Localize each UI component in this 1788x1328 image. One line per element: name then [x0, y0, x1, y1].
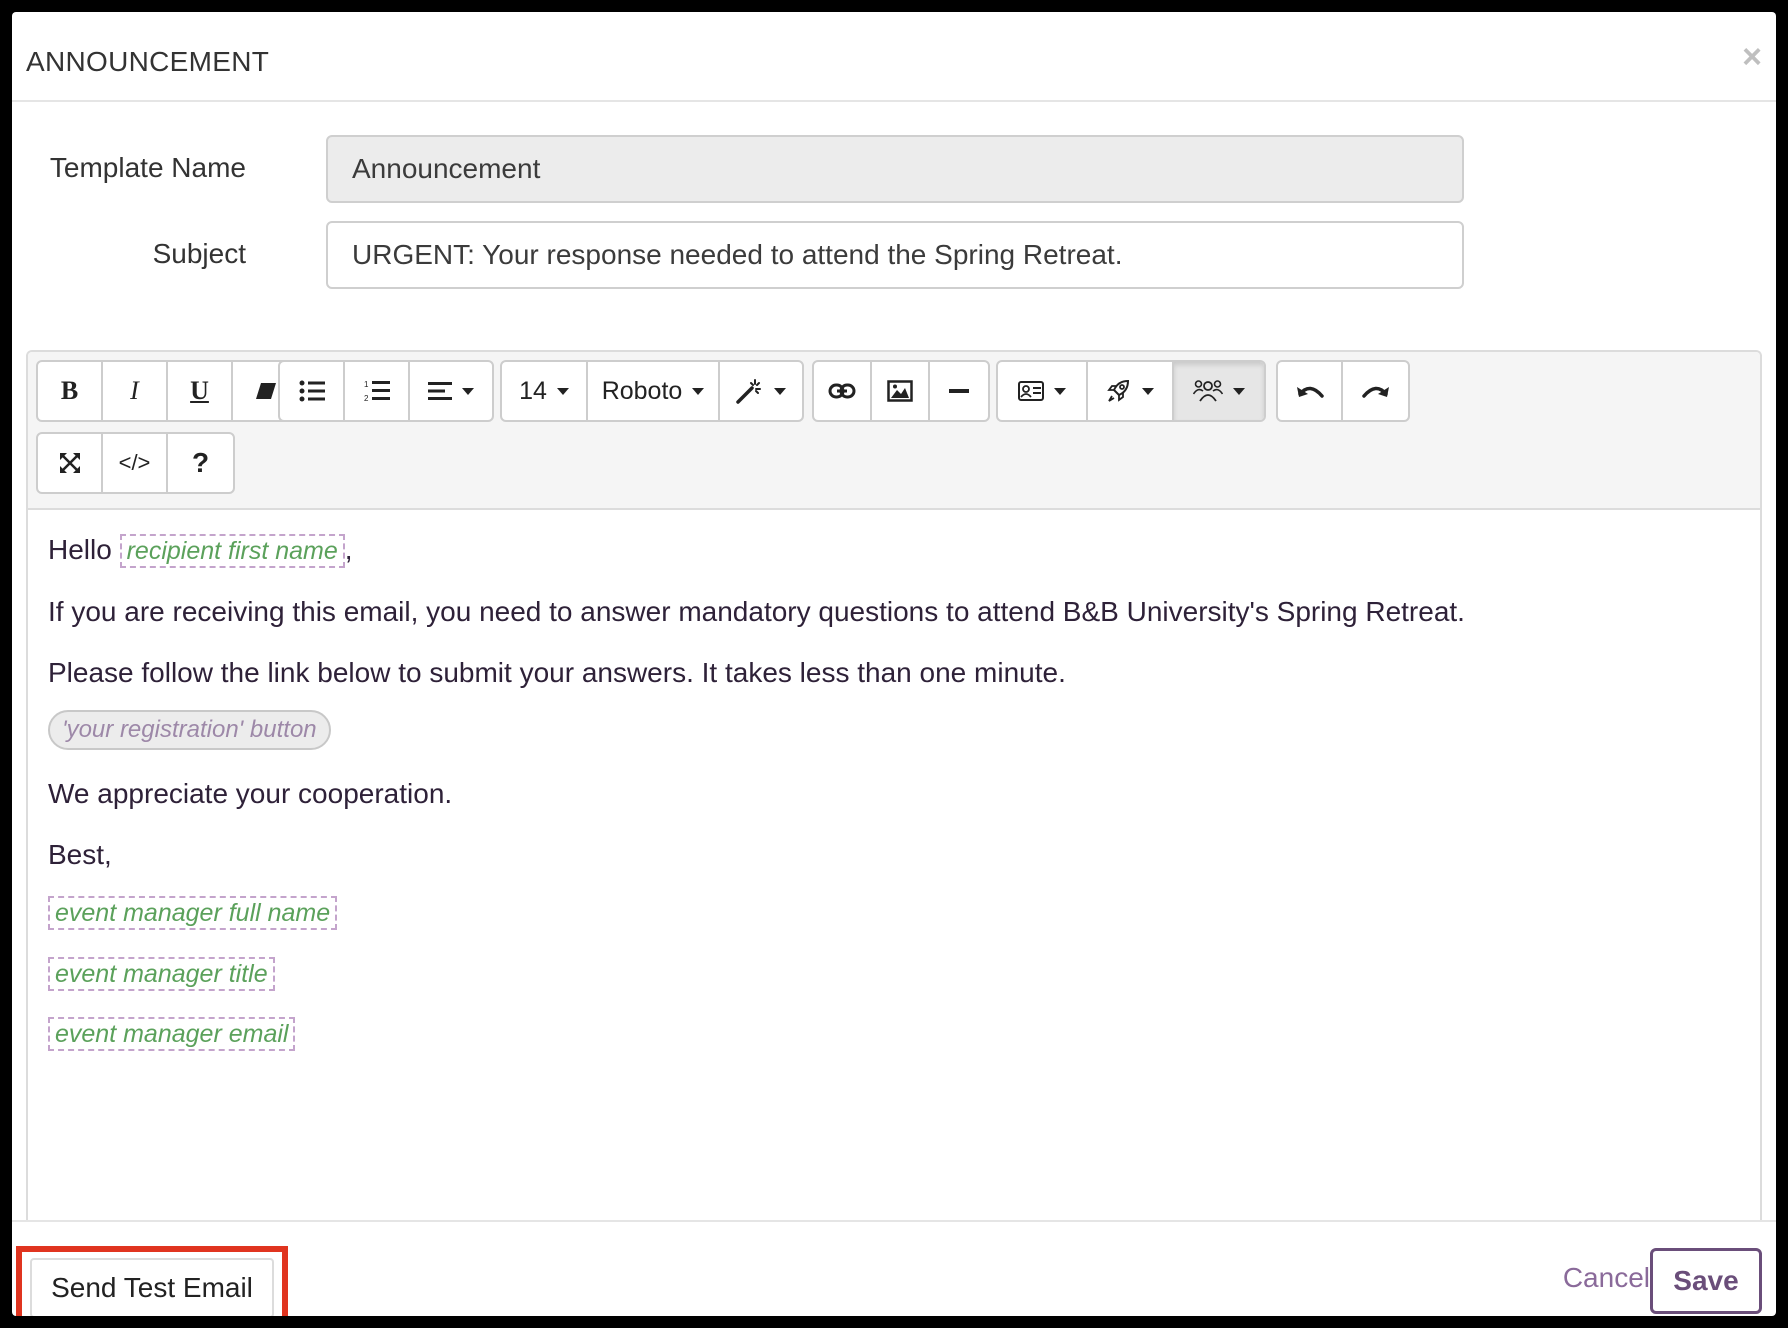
id-card-icon [1018, 381, 1044, 401]
history-button-group [1276, 360, 1410, 422]
magic-wand-icon [736, 379, 761, 404]
rich-text-editor: B I U 12 14 Roboto </> ? Hello recipient… [26, 350, 1762, 1220]
editor-content[interactable]: Hello recipient first name, If you are r… [28, 510, 1760, 1220]
align-icon [428, 382, 452, 400]
template-name-label: Template Name [49, 152, 246, 183]
subject-label: Subject [152, 238, 246, 269]
signoff: Best, [48, 839, 112, 870]
ordered-list-button[interactable]: 12 [345, 362, 410, 420]
align-dropdown[interactable] [410, 362, 492, 420]
font-size-value: 14 [519, 376, 547, 405]
event-manager-email-chip[interactable]: event manager email [48, 1017, 296, 1051]
greeting-line: Hello recipient first name, [48, 534, 353, 568]
announcement-modal: ANNOUNCEMENT × Template Name Subject B I… [12, 12, 1776, 1316]
paragraph-1: If you are receiving this email, you nee… [48, 596, 1465, 627]
registration-button-chip[interactable]: 'your registration' button [48, 710, 331, 750]
chevron-down-icon [1142, 387, 1154, 395]
manager-title-line: event manager title [48, 957, 275, 991]
cancel-button[interactable]: Cancel [1563, 1262, 1650, 1294]
image-button[interactable] [872, 362, 930, 420]
paragraph-2: Please follow the link below to submit y… [48, 657, 1066, 688]
link-button[interactable] [814, 362, 872, 420]
svg-text:2: 2 [364, 394, 369, 403]
fullscreen-icon [59, 453, 80, 473]
underline-icon: U [190, 376, 209, 405]
bold-button[interactable]: B [38, 362, 103, 420]
event-manager-title-chip[interactable]: event manager title [48, 957, 275, 991]
link-icon [828, 383, 856, 399]
font-button-group: 14 Roboto [500, 360, 804, 422]
font-family-value: Roboto [601, 376, 683, 405]
style-button-group: B I U [36, 360, 300, 422]
chevron-down-icon [462, 387, 474, 395]
magic-wand-dropdown[interactable] [720, 362, 802, 420]
unordered-list-icon [299, 380, 325, 402]
redo-button[interactable] [1343, 362, 1408, 420]
chevron-down-icon [1233, 387, 1245, 395]
code-view-icon: </> [118, 450, 151, 475]
italic-button[interactable]: I [103, 362, 168, 420]
template-name-input[interactable] [326, 135, 1464, 203]
horizontal-rule-button[interactable] [930, 362, 988, 420]
send-test-email-button[interactable]: Send Test Email [30, 1258, 274, 1316]
insert-button-group [812, 360, 990, 422]
send-test-highlight: Send Test Email [16, 1246, 288, 1316]
help-button[interactable]: ? [168, 434, 233, 492]
modal-title: ANNOUNCEMENT [26, 46, 270, 77]
chevron-down-icon [774, 387, 786, 395]
people-fields-dropdown[interactable] [1174, 362, 1264, 420]
undo-icon [1296, 386, 1324, 398]
contact-fields-dropdown[interactable] [998, 362, 1088, 420]
subject-input[interactable] [326, 221, 1464, 289]
font-family-dropdown[interactable]: Roboto [588, 362, 720, 420]
paragraph-3: We appreciate your cooperation. [48, 778, 453, 809]
undo-button[interactable] [1278, 362, 1343, 420]
font-size-dropdown[interactable]: 14 [502, 362, 588, 420]
italic-icon: I [130, 376, 139, 405]
chevron-down-icon [556, 387, 569, 395]
greeting-text: Hello [48, 534, 112, 565]
horizontal-rule-icon [949, 389, 969, 393]
chevron-down-icon [692, 387, 705, 395]
merge-field-button-group [996, 360, 1266, 422]
fullscreen-button[interactable] [38, 434, 103, 492]
svg-text:1: 1 [364, 380, 369, 389]
ordered-list-icon: 12 [364, 380, 390, 403]
people-icon [1193, 380, 1223, 402]
rocket-icon [1107, 379, 1130, 402]
manager-email-line: event manager email [48, 1017, 296, 1051]
underline-button[interactable]: U [168, 362, 233, 420]
bold-icon: B [60, 376, 79, 405]
manager-name-line: event manager full name [48, 896, 338, 930]
eraser-icon [255, 383, 276, 399]
editor-toolbar: B I U 12 14 Roboto </> ? [28, 352, 1760, 510]
code-view-button[interactable]: </> [103, 434, 168, 492]
help-icon: ? [191, 447, 210, 478]
recipient-first-name-chip[interactable]: recipient first name [119, 534, 345, 568]
redo-icon [1361, 386, 1389, 398]
greeting-comma: , [344, 534, 353, 565]
event-manager-full-name-chip[interactable]: event manager full name [48, 896, 338, 930]
close-button[interactable]: × [1742, 40, 1762, 74]
chevron-down-icon [1054, 387, 1066, 395]
event-fields-dropdown[interactable] [1088, 362, 1174, 420]
registration-line: 'your registration' button [48, 710, 331, 750]
modal-header: ANNOUNCEMENT × [12, 12, 1776, 102]
paragraph-button-group: 12 [278, 360, 494, 422]
view-button-group: </> ? [36, 432, 235, 494]
image-icon [887, 380, 913, 402]
unordered-list-button[interactable] [280, 362, 345, 420]
save-button[interactable]: Save [1650, 1248, 1762, 1314]
modal-footer: Send Test Email Cancel Save [12, 1220, 1776, 1316]
